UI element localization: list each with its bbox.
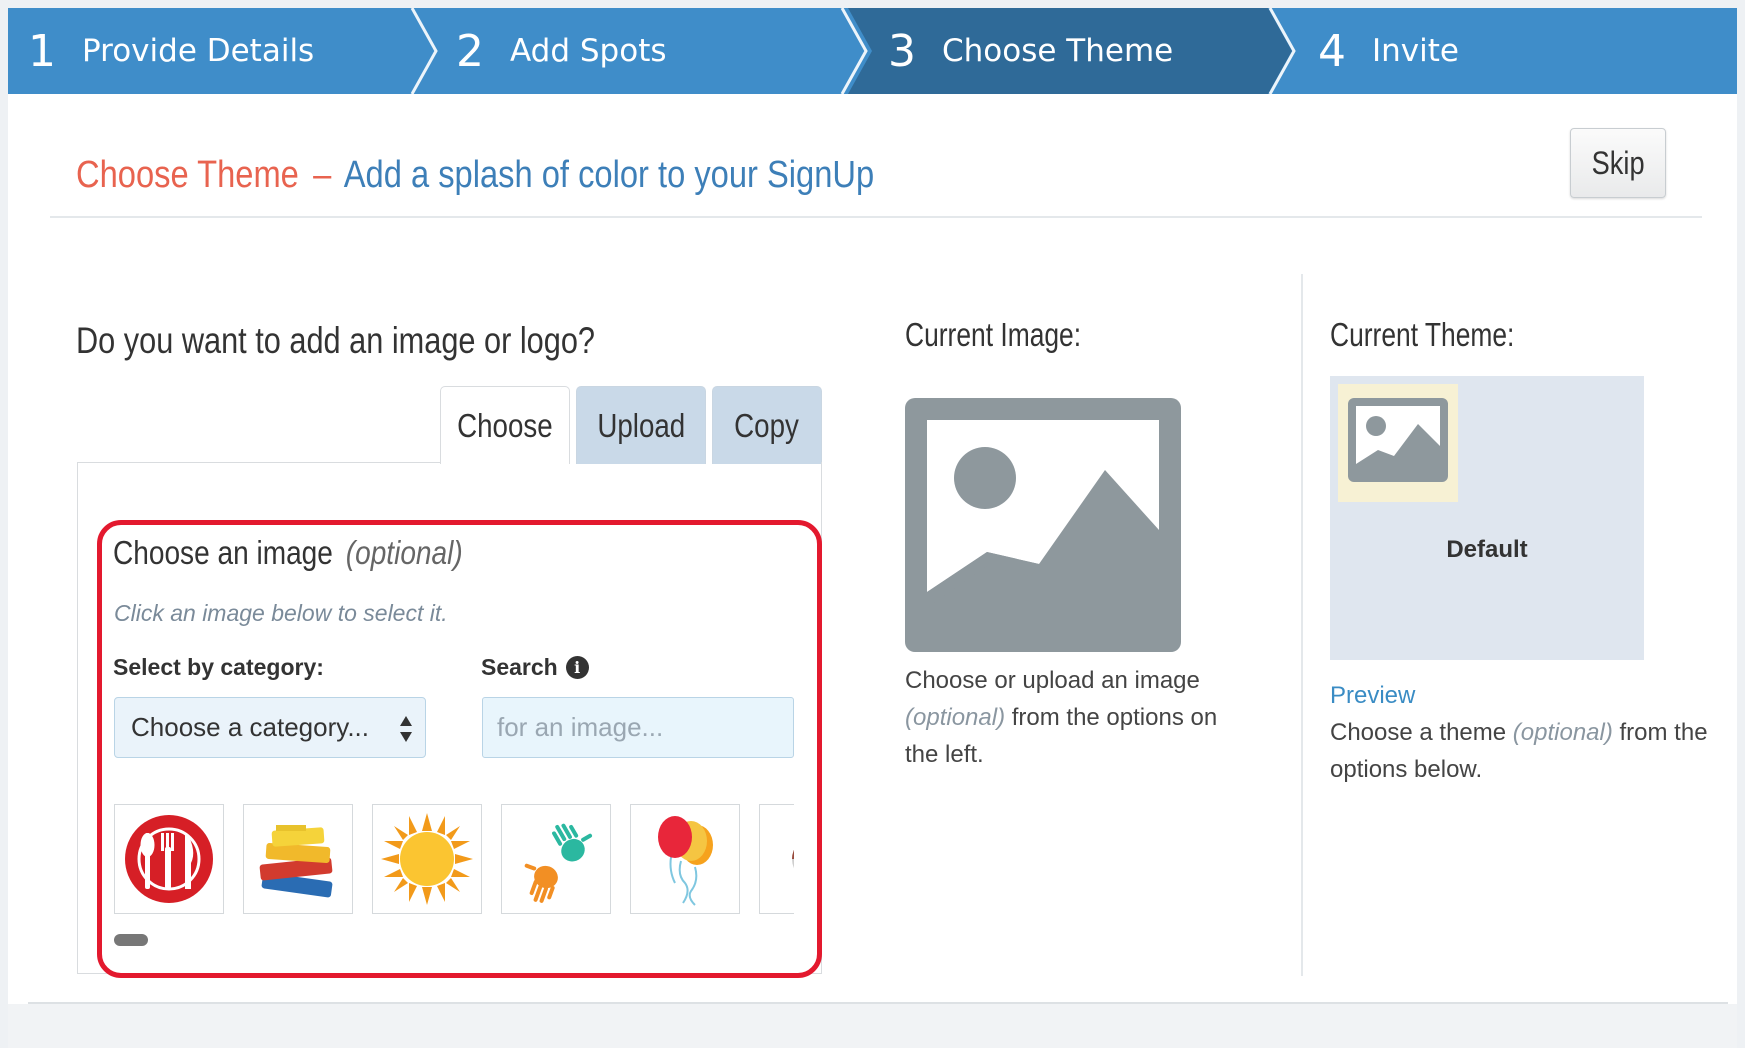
- optional-label: (optional): [1512, 719, 1613, 746]
- sun-icon: [381, 813, 473, 905]
- preview-link[interactable]: Preview: [1330, 682, 1415, 710]
- step-label: Invite: [1372, 33, 1459, 69]
- search-label: Search i: [481, 654, 589, 681]
- image-search-input[interactable]: [482, 697, 794, 758]
- choose-image-hint: Click an image below to select it.: [114, 600, 448, 626]
- theme-thumbnail: [1338, 384, 1458, 502]
- choose-image-title: Choose an image (optional): [113, 534, 463, 572]
- current-image-desc-1: Choose or upload an image: [905, 667, 1200, 694]
- utensils-icon: [125, 815, 213, 903]
- step-number: 2: [456, 25, 484, 77]
- tab-choose[interactable]: Choose: [440, 386, 570, 464]
- step-label: Provide Details: [82, 33, 315, 69]
- step-provide-details[interactable]: 1 Provide Details: [28, 8, 314, 94]
- step-add-spots[interactable]: 2 Add Spots: [456, 8, 667, 94]
- theme-image-icon: [1348, 398, 1448, 482]
- choose-image-title-text: Choose an image: [113, 534, 333, 571]
- thumbnail-books[interactable]: [243, 804, 353, 914]
- current-theme-desc-1: Choose a theme: [1330, 719, 1507, 746]
- category-label: Select by category:: [113, 654, 324, 680]
- current-image-label: Current Image:: [905, 316, 1082, 353]
- thumbnail-handprints[interactable]: [501, 804, 611, 914]
- handprints-icon: [524, 823, 593, 903]
- page-title-dash: –: [313, 154, 332, 196]
- tab-copy-label: Copy: [734, 406, 800, 444]
- tab-upload-label: Upload: [597, 406, 685, 444]
- tab-upload[interactable]: Upload: [576, 386, 706, 464]
- footer-area: [8, 1004, 1737, 1048]
- image-placeholder-icon: [905, 398, 1181, 652]
- select-arrows-icon: [400, 716, 412, 742]
- step-label: Add Spots: [510, 33, 667, 69]
- partial-image-icon: [792, 849, 794, 869]
- step-invite[interactable]: 4 Invite: [1318, 8, 1459, 94]
- image-thumbnails: [114, 804, 794, 916]
- wizard-steps: 1 Provide Details 2 Add Spots 3 Choose T…: [8, 8, 1737, 94]
- category-select-value: Choose a category...: [131, 712, 369, 742]
- current-theme-description: Choose a theme (optional) from the optio…: [1330, 714, 1710, 788]
- current-theme-label: Current Theme:: [1330, 316, 1515, 353]
- thumbnail-utensils[interactable]: [114, 804, 224, 914]
- books-icon: [259, 825, 333, 898]
- tab-choose-label: Choose: [457, 406, 553, 444]
- thumbnail-balloons[interactable]: [630, 804, 740, 914]
- step-number: 3: [888, 25, 916, 77]
- current-image-description: Choose or upload an image (optional) fro…: [905, 662, 1255, 773]
- thumbnail-sun[interactable]: [372, 804, 482, 914]
- category-select[interactable]: Choose a category...: [114, 697, 426, 758]
- theme-card-default[interactable]: Default: [1330, 376, 1644, 660]
- panel-border: [77, 462, 440, 463]
- page-title: Choose Theme – Add a splash of color to …: [76, 154, 874, 197]
- step-choose-theme[interactable]: 3 Choose Theme: [888, 8, 1173, 94]
- balloons-icon: [658, 816, 713, 906]
- column-divider: [1301, 274, 1303, 976]
- thumbnail-partial[interactable]: [759, 804, 794, 914]
- step-label: Choose Theme: [942, 33, 1174, 69]
- info-icon[interactable]: i: [565, 656, 589, 679]
- step-number: 1: [28, 25, 56, 77]
- image-question: Do you want to add an image or logo?: [76, 320, 595, 361]
- tab-copy[interactable]: Copy: [712, 386, 822, 464]
- theme-name: Default: [1446, 536, 1528, 563]
- skip-button[interactable]: Skip: [1570, 128, 1666, 198]
- page-title-accent: Choose Theme: [76, 154, 299, 196]
- optional-label: (optional): [905, 704, 1006, 731]
- header-divider: [50, 216, 1702, 218]
- step-number: 4: [1318, 25, 1346, 77]
- page: 1 Provide Details 2 Add Spots 3 Choose T…: [8, 8, 1737, 1048]
- search-label-text: Search: [481, 654, 558, 680]
- skip-button-label: Skip: [1591, 144, 1645, 181]
- optional-label: (optional): [345, 534, 463, 571]
- page-subtitle: Add a splash of color to your SignUp: [343, 154, 875, 196]
- thumbnail-scrollbar[interactable]: [114, 934, 148, 946]
